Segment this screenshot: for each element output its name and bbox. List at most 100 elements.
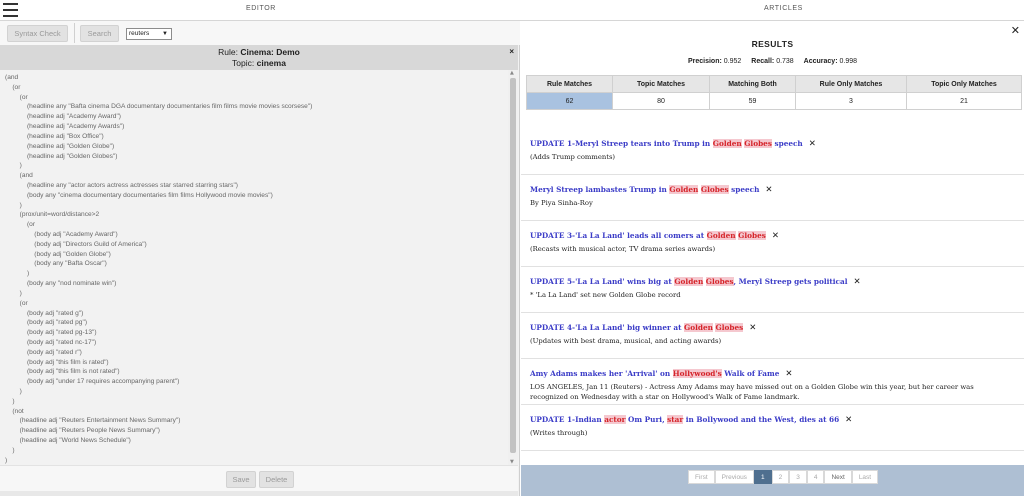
rule-header: Rule: Cinema: Demo Topic: cinema × [0, 45, 518, 70]
code-line: (body adj "this film is not rated") [5, 368, 120, 376]
highlighted-term: star [667, 415, 684, 424]
rule-code-editor[interactable]: (and (or (or (headline any "Bafta cinema… [0, 70, 507, 465]
code-line: (body adj "Golden Globe") [5, 250, 111, 258]
code-line: (body adj "rated nc-17") [5, 338, 97, 346]
close-articles-icon[interactable]: ✕ [1011, 24, 1020, 37]
previous-page-button[interactable]: Previous [714, 470, 754, 484]
matching-both-value[interactable]: 59 [709, 92, 796, 110]
code-line: ) [5, 397, 15, 405]
recall-metric: Recall: 0.738 [751, 58, 794, 65]
article-item: UPDATE 1-Meryl Streep tears into Trump i… [521, 129, 1024, 175]
code-line: (body adj "Academy Award") [5, 231, 118, 238]
results-header-row: Rule Matches Topic Matches Matching Both… [526, 75, 1022, 93]
results-value-row: 62 80 59 3 21 [526, 92, 1022, 110]
title-text: Walk of Fame [721, 369, 780, 378]
remove-article-icon[interactable]: ✕ [809, 139, 816, 149]
title-text: Amy Adams makes her 'Arrival' on [530, 369, 673, 378]
article-title-link[interactable]: UPDATE 1-Indian actor Om Puri, star in B… [530, 415, 852, 425]
code-line: (body any "cinema documentary documentar… [5, 191, 273, 199]
code-line: (body any "nod nominate win") [5, 280, 117, 288]
code-line: (not [5, 407, 24, 415]
close-rule-icon[interactable]: × [509, 46, 514, 57]
highlighted-term: Globes [738, 231, 766, 240]
title-text: speech [728, 185, 760, 194]
topic-matches-value[interactable]: 80 [612, 92, 710, 110]
scroll-up-icon[interactable]: ▲ [510, 70, 514, 76]
rule-matches-value[interactable]: 62 [526, 92, 613, 110]
page-1-button[interactable]: 1 [753, 470, 772, 484]
editor-horizontal-scrollbar[interactable] [0, 491, 518, 496]
source-select[interactable]: reuters ▼ [126, 28, 172, 40]
code-line: ) [5, 162, 22, 170]
code-line: ) [5, 456, 8, 464]
col-topic-matches[interactable]: Topic Matches [612, 75, 710, 93]
topic-only-matches-value[interactable]: 21 [906, 92, 1022, 110]
article-title-link[interactable]: UPDATE 3-'La La Land' leads all comers a… [530, 231, 779, 241]
code-line: (body adj "rated pg") [5, 319, 88, 327]
page-4-button[interactable]: 4 [806, 470, 825, 484]
code-line: (body adj "rated pg-13") [5, 329, 97, 337]
article-title-link[interactable]: UPDATE 5-'La La Land' wins big at Golden… [530, 277, 861, 287]
code-line: (headline adj "World News Schedule") [5, 437, 131, 445]
code-line: (prox/unit=word/distance>2 [5, 211, 100, 219]
code-line: (headline adj "Reuters People News Summa… [5, 427, 160, 435]
highlighted-term: Golden [684, 323, 713, 332]
article-description: (Adds Trump comments) [530, 153, 616, 161]
code-line: ) [5, 270, 30, 278]
col-matching-both[interactable]: Matching Both [709, 75, 796, 93]
rule-only-matches-value[interactable]: 3 [795, 92, 907, 110]
top-bar: EDITOR ARTICLES [0, 0, 1024, 21]
code-line: (body adj "Directors Guild of America") [5, 240, 147, 248]
editor-scrollbar[interactable]: ▲ ▼ [508, 70, 518, 465]
next-page-button[interactable]: Next [824, 470, 852, 484]
scrollbar-thumb[interactable] [510, 78, 516, 453]
syntax-check-button[interactable]: Syntax Check [7, 25, 68, 42]
title-text: UPDATE 3-'La La Land' leads all comers a… [530, 231, 707, 240]
col-topic-only-matches[interactable]: Topic Only Matches [906, 75, 1022, 93]
code-line: (body adj "under 17 requires accompanyin… [5, 378, 180, 386]
article-item: Meryl Streep lambastes Trump in Golden G… [521, 175, 1024, 221]
col-rule-only-matches[interactable]: Rule Only Matches [795, 75, 907, 93]
rule-topic-line: Topic: cinema [0, 58, 518, 69]
page-3-button[interactable]: 3 [789, 470, 807, 484]
code-line: (and [5, 172, 33, 180]
rule-label: Rule: [218, 47, 238, 57]
article-title-link[interactable]: UPDATE 4-'La La Land' big winner at Gold… [530, 323, 756, 333]
save-button[interactable]: Save [226, 471, 256, 488]
code-line: (headline adj "Reuters Entertainment New… [5, 417, 181, 425]
last-page-button[interactable]: Last [851, 470, 879, 484]
article-description: (Recasts with musical actor, TV drama se… [530, 245, 716, 253]
remove-article-icon[interactable]: ✕ [845, 415, 852, 425]
first-page-button[interactable]: First [688, 470, 715, 484]
remove-article-icon[interactable]: ✕ [785, 369, 792, 379]
delete-button[interactable]: Delete [259, 471, 294, 488]
remove-article-icon[interactable]: ✕ [765, 185, 772, 195]
remove-article-icon[interactable]: ✕ [772, 231, 779, 241]
menu-icon[interactable] [3, 3, 18, 17]
pagination: First Previous 1 2 3 4 Next Last [688, 470, 879, 484]
remove-article-icon[interactable]: ✕ [854, 277, 861, 287]
article-title-link[interactable]: Meryl Streep lambastes Trump in Golden G… [530, 185, 773, 195]
article-item: UPDATE 3-'La La Land' leads all comers a… [521, 221, 1024, 267]
article-item: Amy Adams makes her 'Arrival' on Hollywo… [521, 359, 1024, 405]
col-rule-matches[interactable]: Rule Matches [526, 75, 613, 93]
code-line: (body adj "rated g") [5, 309, 84, 317]
code-line: ) [5, 289, 22, 297]
article-item: UPDATE 4-'La La Land' big winner at Gold… [521, 313, 1024, 359]
article-title-link[interactable]: UPDATE 1-Meryl Streep tears into Trump i… [530, 139, 816, 149]
title-text: UPDATE 5-'La La Land' wins big at [530, 277, 675, 286]
page-2-button[interactable]: 2 [771, 470, 790, 484]
precision-metric: Precision: 0.952 [687, 58, 742, 65]
remove-article-icon[interactable]: ✕ [749, 323, 756, 333]
toolbar-divider [74, 23, 75, 43]
source-select-value: reuters [129, 30, 150, 37]
editor-pane-title: EDITOR [246, 5, 276, 12]
search-button[interactable]: Search [80, 25, 119, 42]
code-line: (or [5, 221, 36, 229]
title-text: Om Puri, [625, 415, 668, 424]
code-line: ) [5, 446, 15, 454]
title-text: in Bollywood and the West, dies at 66 [683, 415, 840, 424]
article-title-link[interactable]: Amy Adams makes her 'Arrival' on Hollywo… [530, 369, 793, 379]
article-description: * 'La La Land' set new Golden Globe reco… [530, 291, 681, 299]
title-text: , Meryl Streep gets political [733, 277, 848, 286]
